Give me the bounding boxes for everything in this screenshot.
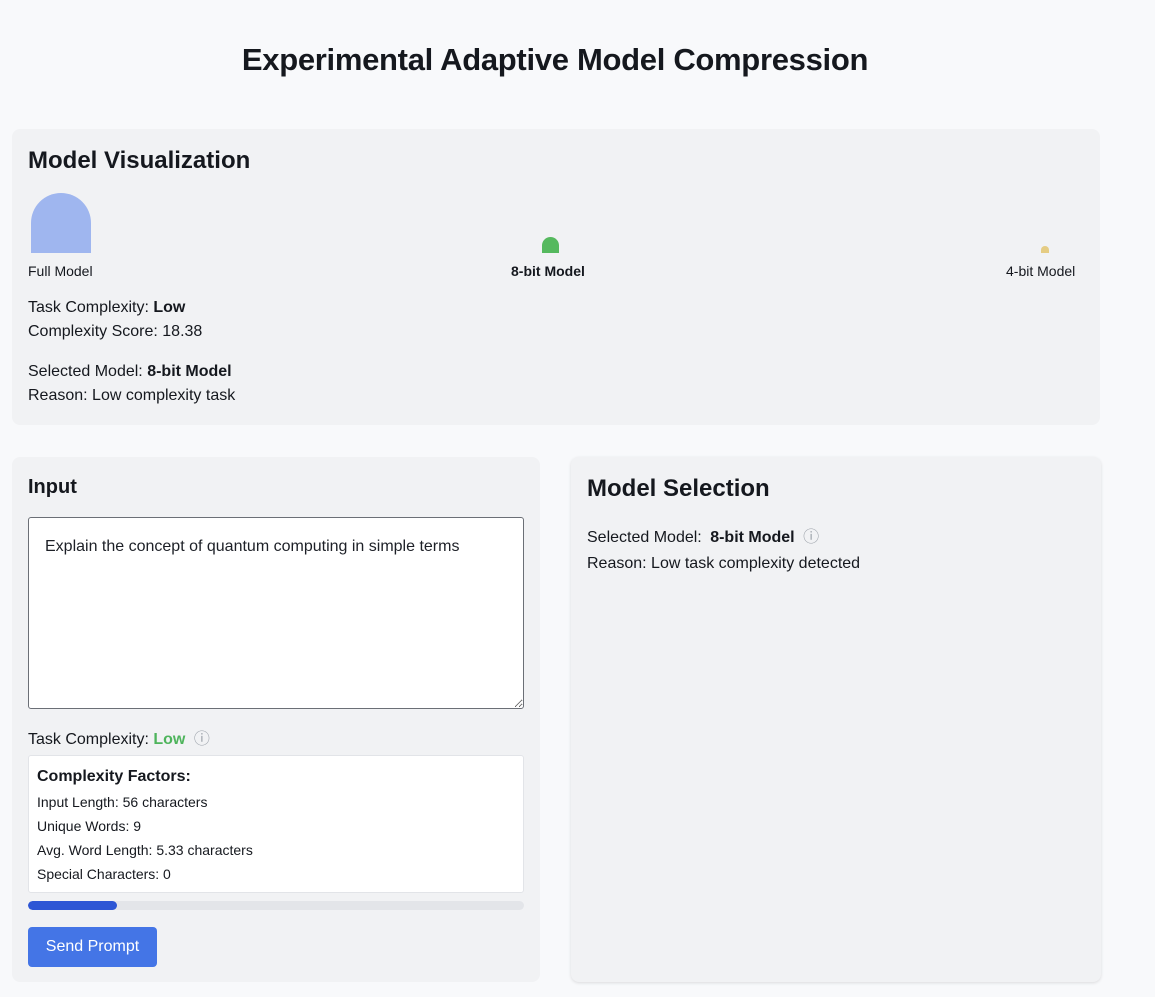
model-visualization-heading: Model Visualization	[28, 147, 251, 174]
model-selection-panel: Model Selection Selected Model: 8-bit Mo…	[571, 457, 1101, 982]
viz-selected-model-label: Selected Model:	[28, 363, 143, 380]
factor-unique-words: Unique Words: 9	[37, 818, 142, 834]
input-task-complexity-value: Low	[153, 731, 186, 748]
input-heading: Input	[28, 476, 77, 498]
viz-reason-value: Low complexity task	[92, 387, 236, 404]
viz-task-complexity-label: Task Complexity:	[28, 299, 149, 316]
selection-reason-rest: task complexity detected	[684, 555, 861, 572]
viz-reason: Reason: Low complexity task	[28, 387, 235, 405]
viz-selected-model-value: 8-bit Model	[147, 363, 232, 380]
selection-selected-model-label: Selected Model:	[587, 529, 702, 546]
selection-reason-level: Low	[651, 555, 681, 572]
info-icon[interactable]: ⓘ	[194, 725, 210, 749]
4bit-model-shape	[1041, 246, 1049, 253]
factor-input-length: Input Length: 56 characters	[37, 794, 208, 810]
viz-task-complexity-value: Low	[153, 299, 186, 316]
model-selection-heading: Model Selection	[587, 475, 770, 502]
factor-avg-word-length: Avg. Word Length: 5.33 characters	[37, 842, 253, 858]
input-panel: Input Explain the concept of quantum com…	[12, 457, 540, 982]
viz-selected-model: Selected Model: 8-bit Model	[28, 363, 232, 381]
4bit-model-label: 4-bit Model	[1006, 263, 1076, 279]
full-model-label: Full Model	[28, 263, 93, 279]
viz-reason-label: Reason:	[28, 387, 88, 404]
complexity-progress-bar	[28, 901, 524, 910]
prompt-textarea[interactable]: Explain the concept of quantum computing…	[28, 517, 524, 709]
full-model-shape	[31, 193, 91, 253]
8bit-model-label: 8-bit Model	[511, 263, 585, 279]
input-task-complexity: Task Complexity: Low ⓘ	[28, 725, 210, 749]
info-icon[interactable]: ⓘ	[803, 523, 819, 547]
viz-task-complexity: Task Complexity: Low	[28, 299, 185, 317]
viz-complexity-score-label: Complexity Score:	[28, 323, 158, 340]
viz-complexity-score: Complexity Score: 18.38	[28, 323, 202, 341]
selection-reason: Reason: Low task complexity detected	[587, 555, 860, 573]
complexity-factors-box: Complexity Factors: Input Length: 56 cha…	[28, 755, 524, 893]
selection-selected-model-value: 8-bit Model	[710, 529, 795, 546]
complexity-progress-fill	[28, 901, 118, 910]
viz-complexity-score-value: 18.38	[162, 323, 203, 340]
model-visualization-panel: Model Visualization Full Model 8-bit Mod…	[12, 129, 1100, 425]
selection-reason-label: Reason:	[587, 555, 647, 572]
factor-special-characters: Special Characters: 0	[37, 866, 171, 882]
page-title: Experimental Adaptive Model Compression	[241, 42, 869, 77]
selection-selected-model: Selected Model: 8-bit Model ⓘ	[587, 523, 819, 547]
send-prompt-button[interactable]: Send Prompt	[28, 927, 157, 967]
complexity-factors-title: Complexity Factors:	[37, 768, 191, 785]
input-task-complexity-label: Task Complexity:	[28, 731, 149, 748]
8bit-model-shape	[542, 237, 559, 253]
